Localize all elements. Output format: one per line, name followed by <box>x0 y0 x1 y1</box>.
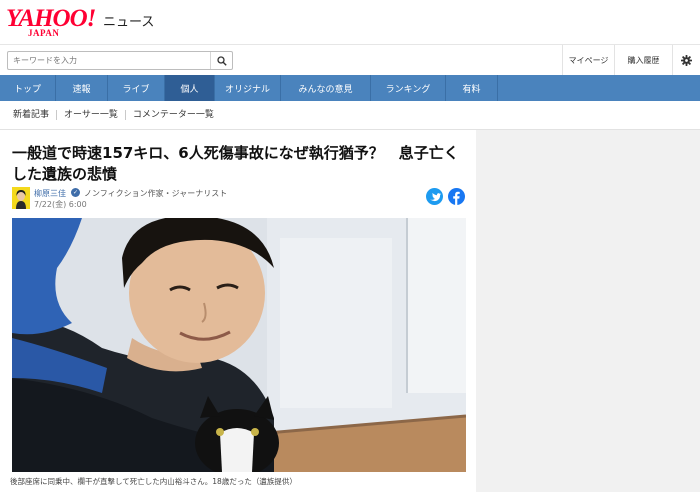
article: 一般道で時速157キロ、6人死傷事故になぜ執行猶予？ 息子亡くした遺族の悲憤 柳… <box>0 130 476 492</box>
gear-icon <box>681 54 692 66</box>
purchase-history-link[interactable]: 購入履歴 <box>614 45 672 75</box>
search-input[interactable] <box>9 53 210 68</box>
author-name-link[interactable]: 柳原三佳 <box>34 188 66 199</box>
nav-item-live[interactable]: ライブ <box>108 75 165 101</box>
share-facebook-button[interactable] <box>448 188 465 205</box>
nav-item-original[interactable]: オリジナル <box>215 75 281 101</box>
author-row: 柳原三佳 ✓ ノンフィクション作家・ジャーナリスト 7/22(金) 6:00 <box>12 187 470 211</box>
article-headline: 一般道で時速157キロ、6人死傷事故になぜ執行猶予？ 息子亡くした遺族の悲憤 <box>12 144 459 183</box>
logo-japan: JAPAN <box>28 28 60 38</box>
nav-item-opinions[interactable]: みんなの意見 <box>281 75 371 101</box>
search-icon <box>216 55 227 66</box>
share-twitter-button[interactable] <box>426 188 443 205</box>
search-bar-row: マイページ 購入履歴 <box>0 44 700 75</box>
article-photo[interactable] <box>12 218 466 472</box>
search-box <box>7 51 233 70</box>
twitter-icon <box>430 193 441 202</box>
yahoo-news-logo[interactable]: YAHOO! JAPAN ニュース <box>6 6 156 40</box>
photo-caption: 後部座席に同乗中、欄干が直撃して死亡した内山裕斗さん。18歳だった（遺族提供） <box>10 477 297 486</box>
article-photo-image <box>12 218 466 472</box>
account-links: マイページ 購入履歴 <box>562 45 700 75</box>
subnav-item-commentators[interactable]: コメンテーター一覧 <box>126 110 221 120</box>
verified-icon: ✓ <box>71 188 80 197</box>
site-header: YAHOO! JAPAN ニュース <box>0 0 700 44</box>
nav-item-ranking[interactable]: ランキング <box>371 75 446 101</box>
main-nav: トップ 速報 ライブ 個人 オリジナル みんなの意見 ランキング 有料 <box>0 75 700 101</box>
author-avatar[interactable] <box>12 187 30 209</box>
logo-section-label: ニュース <box>103 14 155 29</box>
mypage-link[interactable]: マイページ <box>562 45 614 75</box>
publish-date: 7/22(金) 6:00 <box>34 200 87 209</box>
search-button[interactable] <box>210 52 232 69</box>
subnav-item-new-articles[interactable]: 新着記事 <box>6 110 58 120</box>
sub-nav: 新着記事 オーサー一覧 コメンテーター一覧 <box>0 101 700 130</box>
nav-item-breaking[interactable]: 速報 <box>56 75 108 101</box>
facebook-icon <box>453 191 460 205</box>
nav-item-top[interactable]: トップ <box>0 75 56 101</box>
nav-item-individual[interactable]: 個人 <box>165 75 215 101</box>
settings-button[interactable] <box>672 45 700 75</box>
nav-item-paid[interactable]: 有料 <box>446 75 498 101</box>
author-title: ノンフィクション作家・ジャーナリスト <box>84 189 228 198</box>
subnav-item-authors[interactable]: オーサー一覧 <box>57 110 126 120</box>
